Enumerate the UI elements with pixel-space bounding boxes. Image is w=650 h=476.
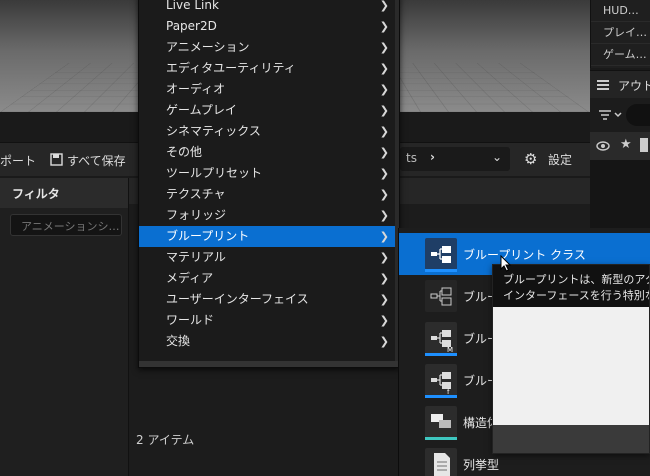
submenu-arrow-icon: ❯	[379, 146, 389, 159]
path-breadcrumb[interactable]: ts › ⌄	[400, 147, 510, 171]
menu-item-label: ユーザーインターフェイス	[166, 292, 309, 306]
tooltip-footer	[493, 425, 649, 453]
menu-item-label: シネマティックス	[166, 124, 261, 138]
mouse-cursor-icon	[500, 255, 512, 272]
settings-button[interactable]: ⚙ 設定	[520, 148, 580, 170]
blueprint-class-icon	[425, 238, 457, 270]
gear-icon: ⚙	[524, 150, 538, 168]
menu-item-label: Live Link	[166, 0, 219, 12]
submenu-arrow-icon: ❯	[379, 230, 389, 243]
menu-item-misc[interactable]: その他 ❯	[139, 142, 399, 163]
filter-dropdown-icon[interactable]	[598, 109, 624, 121]
menu-item-label: ツールプリセット	[166, 166, 263, 180]
menu-item-audio[interactable]: オーディオ ❯	[139, 79, 399, 100]
menu-item-animation[interactable]: アニメーション ❯	[139, 37, 399, 58]
blueprint-function-library-icon: f	[425, 364, 457, 396]
menu-item-tool-presets[interactable]: ツールプリセット ❯	[139, 163, 399, 184]
menu-item-label: エディタユーティリティ	[166, 61, 296, 75]
menu-item-paper2d[interactable]: Paper2D ❯	[139, 16, 399, 37]
menu-item-foliage[interactable]: フォリッジ ❯	[139, 205, 399, 226]
blueprint-macro-icon: M	[425, 322, 457, 354]
submenu-arrow-icon: ❯	[379, 293, 389, 306]
menu-item-label: メディア	[166, 271, 214, 285]
asset-color-bar	[425, 353, 457, 356]
asset-color-bar	[425, 437, 457, 440]
menu-item-label: ゲームプレイ	[166, 103, 237, 117]
chevron-right-icon: ›	[430, 150, 435, 164]
submenu-item-label: 列挙型	[463, 458, 500, 472]
menu-item-label: Paper2D	[166, 19, 217, 33]
menu-item-label: テクスチャ	[166, 187, 226, 201]
menu-item-label: 交換	[166, 334, 191, 348]
menu-item-world[interactable]: ワールド ❯	[139, 310, 399, 331]
outliner-header: アウト…	[590, 70, 650, 98]
submenu-item-label: ブループリント クラス	[463, 248, 586, 262]
menu-item-gameplay[interactable]: ゲームプレイ ❯	[139, 100, 399, 121]
filter-search-input[interactable]: アニメーションシ…	[10, 214, 122, 236]
tooltip-header: ブループリントは、新型のアクタ インターフェースを行う特別な	[493, 265, 650, 307]
favorite-icon[interactable]: ★	[620, 137, 632, 152]
blueprint-class-tooltip: ブループリントは、新型のアクタ インターフェースを行う特別な	[492, 264, 650, 454]
import-button[interactable]: ポート	[0, 152, 36, 169]
tooltip-line: インターフェースを行う特別な	[503, 289, 650, 302]
menu-item-label: ブループリント	[166, 229, 250, 243]
save-all-button[interactable]: すべて保存	[67, 152, 126, 169]
submenu-arrow-icon: ❯	[379, 167, 389, 180]
blueprint-interface-icon	[425, 280, 457, 312]
asset-color-bar	[425, 395, 457, 398]
pin-icon[interactable]	[640, 138, 648, 152]
menu-horizontal-scrollbar[interactable]	[139, 361, 399, 367]
menu-item-label: マテリアル	[166, 250, 226, 264]
menu-item-label: その他	[166, 145, 203, 159]
path-text: ts	[406, 151, 417, 165]
submenu-arrow-icon: ❯	[379, 62, 389, 75]
menu-item-materials[interactable]: マテリアル ❯	[139, 247, 399, 268]
menu-item-user-interface[interactable]: ユーザーインターフェイス ❯	[139, 289, 399, 310]
menu-item-interchange[interactable]: 交換 ❯	[139, 331, 399, 352]
visibility-icon[interactable]	[596, 140, 610, 152]
details-row[interactable]: プレイ…	[591, 22, 650, 44]
submenu-arrow-icon: ❯	[379, 41, 389, 54]
submenu-arrow-icon: ❯	[379, 83, 389, 96]
outliner-toolbar	[590, 98, 650, 132]
structure-icon	[425, 406, 457, 438]
outliner-title: アウト…	[618, 79, 650, 93]
details-row[interactable]: ゲーム…	[591, 44, 650, 66]
submenu-arrow-icon: ❯	[379, 272, 389, 285]
chevron-down-icon[interactable]: ⌄	[492, 150, 502, 164]
menu-item-blueprint[interactable]: ブループリント ❯	[139, 226, 399, 247]
menu-item-editor-utilities[interactable]: エディタユーティリティ ❯	[139, 58, 399, 79]
details-panel: HUD… プレイ… ゲーム…	[590, 0, 650, 68]
submenu-arrow-icon: ❯	[379, 209, 389, 222]
asset-color-bar	[425, 269, 457, 272]
submenu-arrow-icon: ❯	[379, 125, 389, 138]
menu-item-label: アニメーション	[166, 40, 250, 54]
submenu-arrow-icon: ❯	[379, 0, 389, 12]
details-row[interactable]: HUD…	[591, 0, 650, 22]
menu-item-cinematics[interactable]: シネマティックス ❯	[139, 121, 399, 142]
submenu-arrow-icon: ❯	[379, 20, 389, 33]
submenu-arrow-icon: ❯	[379, 314, 389, 327]
menu-item-label: フォリッジ	[166, 208, 227, 222]
item-count: 2 アイテム	[136, 433, 195, 447]
submenu-arrow-icon: ❯	[379, 335, 389, 348]
enumeration-icon	[425, 448, 457, 476]
submenu-arrow-icon: ❯	[379, 188, 389, 201]
menu-item-textures[interactable]: テクスチャ ❯	[139, 184, 399, 205]
menu-item-media[interactable]: メディア ❯	[139, 268, 399, 289]
submenu-arrow-icon: ❯	[379, 251, 389, 264]
submenu-arrow-icon: ❯	[379, 104, 389, 117]
outliner-icon	[597, 80, 609, 90]
menu-item-label: ワールド	[166, 313, 215, 327]
save-icon	[50, 153, 63, 166]
filter-panel: フィルタ アニメーションシ…	[0, 178, 128, 476]
menu-item-label: オーディオ	[166, 82, 226, 96]
outliner-search-input[interactable]	[626, 104, 650, 126]
add-asset-menu: Live Link ❯ Paper2D ❯ アニメーション ❯ エディタユーティリティ…	[138, 0, 400, 368]
tooltip-line: ブループリントは、新型のアクタ	[503, 273, 649, 286]
menu-item-live-link[interactable]: Live Link ❯	[139, 0, 399, 16]
settings-label: 設定	[548, 153, 573, 167]
outliner-columns: ★	[590, 132, 650, 160]
filter-title: フィルタ	[0, 178, 128, 208]
